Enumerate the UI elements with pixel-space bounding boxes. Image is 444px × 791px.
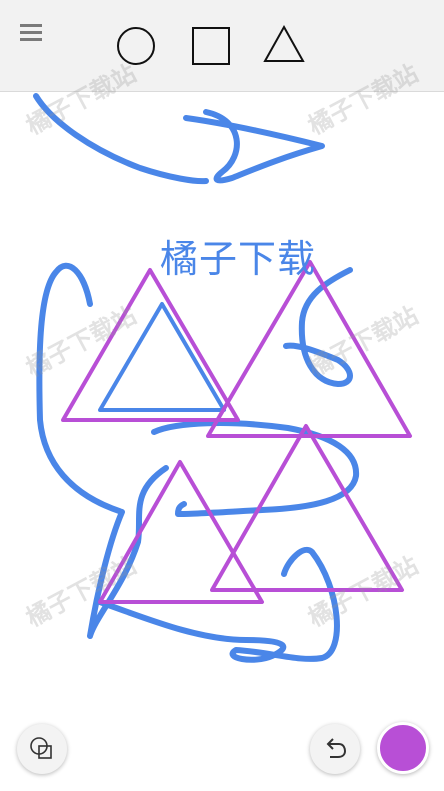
hamburger-icon-bar [20, 31, 42, 34]
square-icon [192, 27, 230, 65]
top-toolbar [0, 0, 444, 92]
layers-icon [30, 737, 52, 759]
shapes-toggle-button[interactable] [17, 724, 67, 774]
undo-icon [326, 738, 347, 758]
drawing-layer [33, 93, 412, 663]
menu-button[interactable] [18, 20, 50, 48]
freehand-stroke [97, 547, 340, 663]
undo-button[interactable] [310, 724, 360, 774]
freehand-stroke [36, 262, 169, 639]
drawn-triangle-blue [98, 302, 226, 412]
hamburger-icon-bar [20, 24, 42, 27]
drawing-canvas[interactable] [0, 92, 444, 791]
triangle-icon [263, 24, 305, 62]
circle-icon [117, 27, 155, 65]
color-picker-button[interactable] [377, 722, 429, 774]
circle-tool-button[interactable] [110, 20, 162, 72]
freehand-stroke [33, 93, 325, 185]
canvas-text-label: 橘子下载 [160, 237, 317, 281]
triangle-tool-button[interactable] [259, 20, 311, 72]
hamburger-icon-bar [20, 38, 42, 41]
square-tool-button[interactable] [185, 20, 237, 72]
